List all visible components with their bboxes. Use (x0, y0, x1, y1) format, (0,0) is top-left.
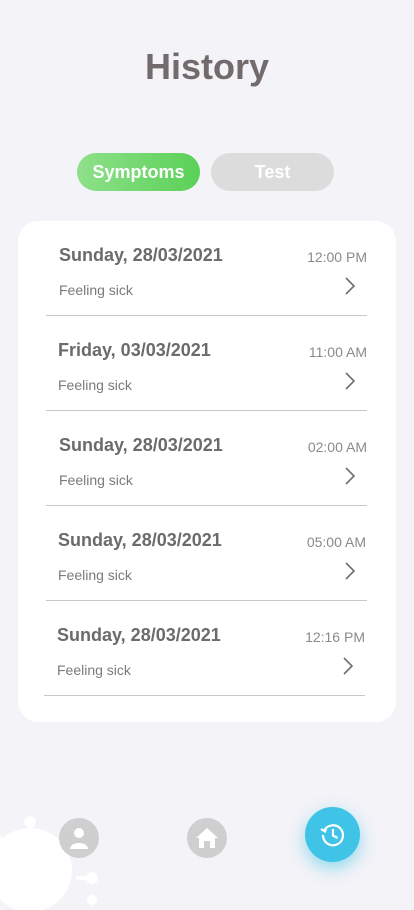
history-item-date: Sunday, 28/03/2021 (57, 625, 221, 645)
nav-profile-button[interactable] (59, 818, 99, 858)
chevron-right-icon[interactable] (343, 562, 357, 580)
history-item[interactable]: Sunday, 28/03/2021 12:00 PM Feeling sick (46, 221, 367, 316)
history-item-time: 05:00 AM (306, 534, 366, 550)
history-item-date: Sunday, 28/03/2021 (58, 530, 222, 550)
history-item-date: Friday, 03/03/2021 (58, 340, 211, 360)
chevron-right-icon[interactable] (343, 467, 357, 485)
history-item[interactable]: Friday, 03/03/2021 11:00 AM Feeling sick (46, 316, 367, 411)
chevron-right-icon[interactable] (343, 277, 357, 295)
person-icon (70, 828, 88, 849)
history-list: Sunday, 28/03/2021 12:00 PM Feeling sick… (18, 221, 396, 722)
nav-home-button[interactable] (187, 818, 227, 858)
history-item-note: Feeling sick (59, 282, 133, 298)
history-icon (319, 823, 344, 846)
history-item-note: Feeling sick (57, 662, 131, 678)
history-item-note: Feeling sick (58, 377, 132, 393)
history-item[interactable]: Sunday, 28/03/2021 05:00 AM Feeling sick (46, 506, 367, 601)
tab-symptoms[interactable]: Symptoms (77, 153, 200, 191)
history-item-time: 12:00 PM (307, 249, 367, 265)
chevron-right-icon[interactable] (343, 372, 357, 390)
history-item[interactable]: Sunday, 28/03/2021 12:16 PM Feeling sick (44, 601, 365, 696)
history-item-time: 11:00 AM (308, 344, 367, 360)
nav-history-button[interactable] (305, 807, 360, 862)
history-item-time: 12:16 PM (305, 629, 365, 645)
tab-bar: Symptoms Test (77, 153, 334, 191)
history-item-note: Feeling sick (58, 567, 132, 583)
history-item[interactable]: Sunday, 28/03/2021 02:00 AM Feeling sick (46, 411, 367, 506)
virus-decoration-icon (0, 816, 98, 910)
chevron-right-icon[interactable] (341, 657, 355, 675)
history-item-note: Feeling sick (59, 472, 133, 488)
history-item-date: Sunday, 28/03/2021 (59, 435, 223, 455)
home-icon (196, 828, 218, 848)
history-item-time: 02:00 AM (307, 439, 367, 455)
tab-test[interactable]: Test (211, 153, 334, 191)
page-title: History (144, 46, 270, 87)
history-item-date: Sunday, 28/03/2021 (59, 245, 223, 265)
